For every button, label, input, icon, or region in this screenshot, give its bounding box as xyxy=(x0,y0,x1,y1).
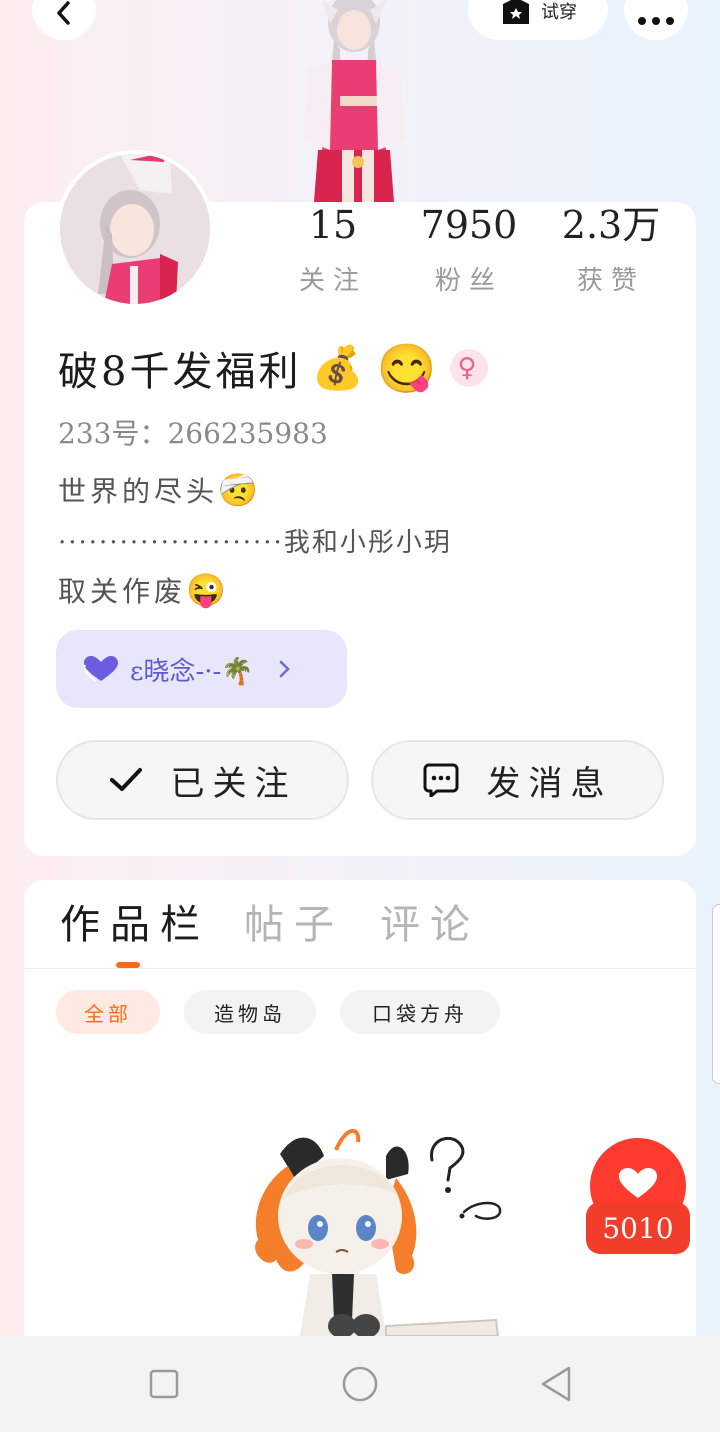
bandage-face-emoji: 🤕 xyxy=(218,471,262,509)
try-on-label: 试穿 xyxy=(541,2,577,23)
filter-pocket-ark[interactable]: 口袋方舟 xyxy=(340,990,500,1034)
more-button[interactable] xyxy=(624,0,688,40)
money-bag-emoji: 💰 xyxy=(311,343,367,392)
stat-likes-label: 获赞 xyxy=(576,266,645,296)
avatar[interactable] xyxy=(56,150,214,308)
heart-filled-icon xyxy=(619,1168,657,1198)
send-message-label: 发消息 xyxy=(486,763,613,804)
stat-following-label: 关注 xyxy=(298,266,367,296)
yummy-emoji: 😋 xyxy=(376,340,440,397)
home-button[interactable] xyxy=(340,1364,380,1404)
character-figure xyxy=(304,0,404,202)
stat-followers[interactable]: 7950 粉丝 xyxy=(404,202,534,297)
followed-button-label: 已关注 xyxy=(170,763,297,804)
scroll-handle[interactable] xyxy=(712,904,720,1084)
more-icon xyxy=(638,17,674,25)
filter-creation-island[interactable]: 造物岛 xyxy=(184,990,316,1034)
female-gender-icon: ♀ xyxy=(449,349,488,387)
avatar-image xyxy=(60,154,210,304)
nickname-row: 破8千发福利 💰 😋 ♀ xyxy=(58,336,488,400)
back-icon xyxy=(57,1,70,25)
circle-icon xyxy=(342,1366,378,1402)
wink-tongue-emoji: 😜 xyxy=(186,571,230,609)
bio-line-1: 世界的尽头 🤕 xyxy=(58,470,262,510)
chevron-right-icon xyxy=(279,660,290,678)
bio-line-3-text: 取关作废 xyxy=(58,575,187,608)
stat-followers-value: 7950 xyxy=(420,203,518,247)
relationship-tag-text: ε晓念-·-🌴 xyxy=(130,656,254,687)
recent-apps-button[interactable] xyxy=(144,1364,184,1404)
try-on-button[interactable]: 试穿 xyxy=(468,0,608,40)
stat-following-value: 15 xyxy=(308,203,358,247)
empty-state-illustration xyxy=(255,1129,502,1336)
square-icon xyxy=(149,1369,179,1399)
relationship-tag[interactable]: ε晓念-·-🌴 xyxy=(56,630,347,708)
bio-line-2: ······················我和小彤小玥 xyxy=(58,522,452,559)
tab-comments[interactable]: 评论 xyxy=(380,892,480,950)
nickname: 破8千发福利 xyxy=(58,349,302,395)
chat-bubble-icon xyxy=(423,763,458,797)
send-message-button[interactable]: 发消息 xyxy=(371,740,664,820)
tab-divider xyxy=(24,968,696,969)
triangle-back-icon xyxy=(541,1366,571,1402)
stat-following[interactable]: 15 关注 xyxy=(268,202,398,297)
check-icon xyxy=(109,768,142,791)
tab-posts[interactable]: 帖子 xyxy=(244,892,344,950)
user-id: 233号：266235983 xyxy=(58,417,328,450)
tab-works[interactable]: 作品栏 xyxy=(60,892,210,950)
followed-button[interactable]: 已关注 xyxy=(56,740,349,820)
bio-line-1-text: 世界的尽头 xyxy=(58,475,219,508)
bio-line-3: 取关作废 😜 xyxy=(58,570,230,610)
heart-icon xyxy=(84,656,118,682)
bio-line-2-text: ······················我和小彤小玥 xyxy=(58,528,452,558)
stat-followers-label: 粉丝 xyxy=(434,266,503,296)
wardrobe-icon xyxy=(503,0,529,24)
stat-likes-value: 2.3万 xyxy=(561,203,661,247)
back-button[interactable] xyxy=(32,0,96,40)
like-count: 5010 xyxy=(586,1202,690,1254)
stat-likes[interactable]: 2.3万 获赞 xyxy=(546,202,676,297)
filter-all[interactable]: 全部 xyxy=(56,990,160,1034)
back-nav-button[interactable] xyxy=(536,1364,576,1404)
